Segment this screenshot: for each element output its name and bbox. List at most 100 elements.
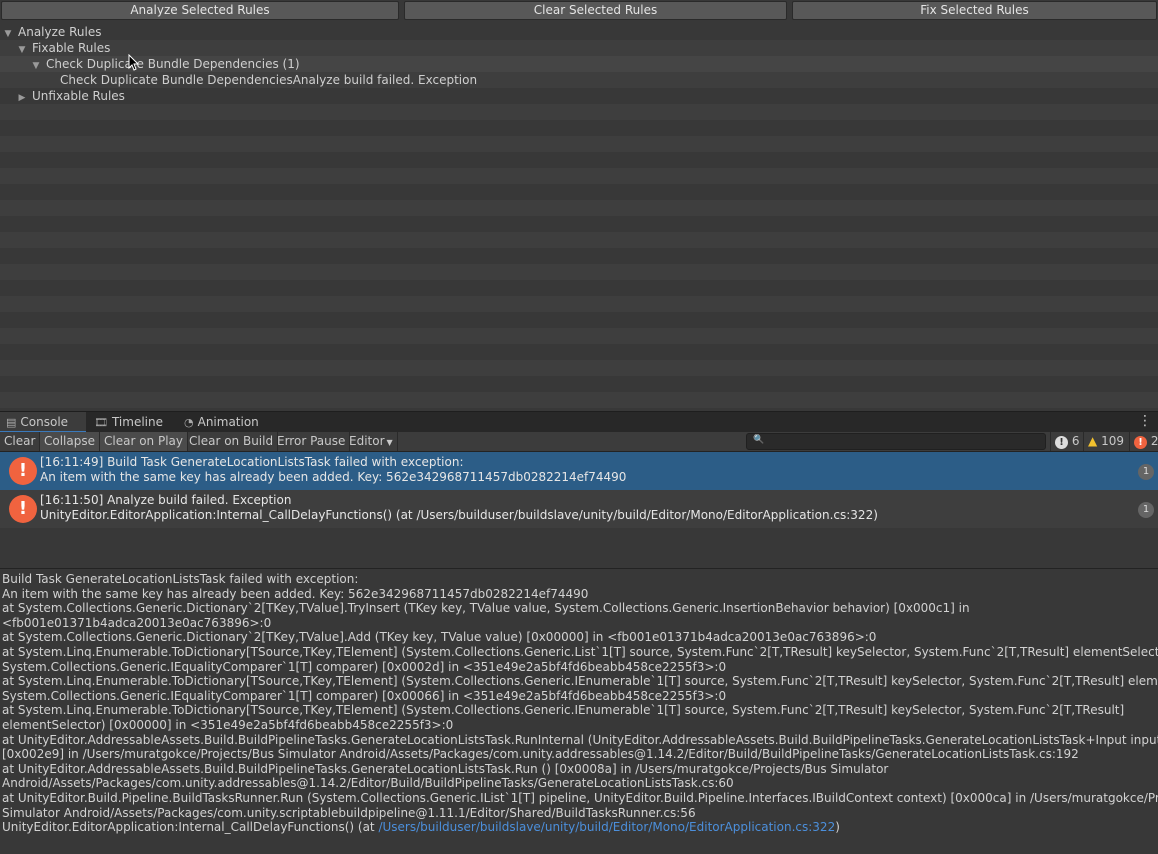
- stack-trace-line: at UnityEditor.AddressableAssets.Build.B…: [2, 761, 889, 776]
- tab-console[interactable]: ▤ Console: [0, 412, 86, 433]
- stack-trace-line: System.Collections.Generic.IEqualityComp…: [2, 688, 727, 703]
- analyze-selected-rules-button[interactable]: Analyze Selected Rules: [1, 1, 399, 20]
- tree-empty-row: [0, 248, 1158, 264]
- info-count: 6: [1071, 434, 1080, 448]
- log-entry-message: [16:11:49] Build Task GenerateLocationLi…: [40, 455, 464, 469]
- tree-empty-row: [0, 104, 1158, 120]
- stack-trace-line: Build Task GenerateLocationListsTask fai…: [2, 572, 359, 586]
- stack-trace-text: ): [835, 820, 840, 835]
- search-icon: 🔍: [753, 435, 765, 445]
- clear-on-play-toggle[interactable]: Clear on Play: [100, 432, 188, 451]
- tab-label: Timeline: [111, 415, 163, 429]
- log-entry[interactable]: ! [16:11:50] Analyze build failed. Excep…: [0, 490, 1158, 528]
- tree-empty-row: [0, 136, 1158, 152]
- editor-dropdown[interactable]: Editor ▼: [345, 432, 398, 451]
- console-icon: ▤: [6, 416, 17, 429]
- tree-item-label: Analyze Rules: [18, 25, 102, 39]
- log-entry-message: [16:11:50] Analyze build failed. Excepti…: [40, 493, 292, 507]
- editor-dropdown-label: Editor: [349, 434, 385, 448]
- info-count-toggle[interactable]: ! 6: [1050, 432, 1079, 451]
- analyze-rules-tree: ▼ Analyze Rules ▼ Fixable Rules ▼ Check Dup…: [0, 24, 1158, 410]
- clear-button[interactable]: Clear: [0, 432, 41, 451]
- stack-trace-line: at System.Linq.Enumerable.ToDictionary[T…: [2, 674, 1158, 689]
- tree-empty-row: [0, 392, 1158, 408]
- stack-trace-line: at UnityEditor.AddressableAssets.Build.B…: [2, 732, 1158, 747]
- timeline-icon: 🎞: [94, 416, 108, 429]
- fix-selected-rules-button[interactable]: Fix Selected Rules: [792, 1, 1157, 20]
- error-count: 2: [1150, 434, 1158, 448]
- dropdown-arrow-icon: ▼: [386, 438, 393, 447]
- collapse-toggle[interactable]: Collapse: [40, 432, 100, 451]
- warning-count: 109: [1101, 434, 1124, 448]
- tree-empty-row: [0, 152, 1158, 168]
- more-options-icon[interactable]: ⋮: [1138, 413, 1152, 429]
- tree-empty-row: [0, 344, 1158, 360]
- log-entry[interactable]: ! [16:11:49] Build Task GenerateLocation…: [0, 452, 1158, 490]
- warning-icon: ▲: [1088, 434, 1098, 448]
- tree-item-check-duplicate-result[interactable]: Check Duplicate Bundle DependenciesAnaly…: [0, 72, 1158, 88]
- error-icon: !: [1134, 436, 1147, 449]
- tree-item-label: Check Duplicate Bundle Dependencies (1): [46, 57, 300, 71]
- stack-trace-line: [0x002e9] in /Users/muratgokce/Projects/…: [2, 747, 1079, 762]
- tree-empty-row: [0, 376, 1158, 392]
- tree-empty-row: [0, 232, 1158, 248]
- analyze-toolbar: Analyze Selected Rules Clear Selected Ru…: [0, 0, 1158, 22]
- console-log-list: ! [16:11:49] Build Task GenerateLocation…: [0, 452, 1158, 568]
- console-tab-bar: ▤ Console 🎞 Timeline ◔ Animation ⋮: [0, 411, 1158, 433]
- tree-empty-row: [0, 216, 1158, 232]
- tree-empty-row: [0, 360, 1158, 376]
- tree-empty-row: [0, 264, 1158, 280]
- tab-label: Animation: [197, 415, 259, 429]
- tree-item-unfixable-rules[interactable]: ▶ Unfixable Rules: [0, 88, 1158, 104]
- tree-item-label: Fixable Rules: [32, 41, 111, 55]
- stack-trace-text: UnityEditor.EditorApplication:Internal_C…: [2, 820, 379, 835]
- stack-trace-line: <fb001e01371b4adca20013e0ac763896>:0: [2, 615, 272, 630]
- tree-item-fixable-rules[interactable]: ▼ Fixable Rules: [0, 40, 1158, 56]
- tree-empty-row: [0, 328, 1158, 344]
- tree-empty-row: [0, 312, 1158, 328]
- stack-trace-line: at System.Collections.Generic.Dictionary…: [2, 601, 970, 616]
- error-icon: !: [9, 457, 37, 485]
- error-count-toggle[interactable]: ! 2: [1129, 432, 1158, 451]
- tab-label: Console: [20, 415, 69, 429]
- stack-trace-line: at System.Linq.Enumerable.ToDictionary[T…: [2, 644, 1158, 659]
- stack-trace-panel[interactable]: Build Task GenerateLocationListsTask fai…: [0, 568, 1158, 854]
- warning-count-toggle[interactable]: ▲ 109: [1083, 432, 1124, 451]
- tree-item-analyze-rules[interactable]: ▼ Analyze Rules: [0, 24, 1158, 40]
- console-search-input[interactable]: [765, 434, 1041, 449]
- stack-trace-line: at UnityEditor.Build.Pipeline.BuildTasks…: [2, 790, 1158, 805]
- stack-trace-line: UnityEditor.EditorApplication:Internal_C…: [2, 820, 1156, 835]
- stack-trace-line: Simulator Android/Assets/Packages/com.un…: [2, 805, 696, 820]
- error-pause-toggle[interactable]: Error Pause: [273, 432, 351, 451]
- tree-item-label: Check Duplicate Bundle DependenciesAnaly…: [60, 73, 478, 87]
- tree-item-label: Unfixable Rules: [32, 89, 125, 103]
- stack-trace-line: at System.Collections.Generic.Dictionary…: [2, 630, 877, 645]
- log-entry-detail: UnityEditor.EditorApplication:Internal_C…: [40, 508, 878, 522]
- tree-empty-row: [0, 184, 1158, 200]
- console-search-field[interactable]: 🔍: [746, 433, 1046, 450]
- log-entry-count-badge: 1: [1138, 502, 1154, 518]
- log-entry-detail: An item with the same key has already be…: [40, 470, 627, 484]
- tree-empty-row: [0, 200, 1158, 216]
- tree-empty-row: [0, 280, 1158, 296]
- source-file-link[interactable]: /Users/builduser/buildslave/unity/build/…: [378, 820, 835, 834]
- stack-trace-line: at System.Linq.Enumerable.ToDictionary[T…: [2, 703, 1125, 718]
- tab-animation[interactable]: ◔ Animation: [178, 412, 268, 433]
- stack-trace-line: System.Collections.Generic.IEqualityComp…: [2, 659, 727, 674]
- stack-trace-line: elementSelector) [0x00000] in <351e49e2a…: [2, 717, 454, 732]
- error-icon: !: [9, 495, 37, 523]
- clear-selected-rules-button[interactable]: Clear Selected Rules: [404, 1, 787, 20]
- stack-trace-line: Android/Assets/Packages/com.unity.addres…: [2, 776, 734, 791]
- console-toolbar: Clear Collapse Clear on Play Clear on Bu…: [0, 432, 1158, 452]
- tab-timeline[interactable]: 🎞 Timeline: [88, 412, 174, 433]
- tree-item-check-duplicate-bundle-dependencies[interactable]: ▼ Check Duplicate Bundle Dependencies (1): [0, 56, 1158, 72]
- animation-icon: ◔: [184, 416, 194, 429]
- info-icon: !: [1055, 436, 1068, 449]
- tree-empty-row: [0, 120, 1158, 136]
- clear-on-build-toggle[interactable]: Clear on Build: [185, 432, 279, 451]
- log-entry-count-badge: 1: [1138, 464, 1154, 480]
- mouse-cursor-icon: [128, 54, 140, 71]
- stack-trace-line: An item with the same key has already be…: [2, 586, 589, 601]
- tree-empty-row: [0, 296, 1158, 312]
- tree-empty-row: [0, 168, 1158, 184]
